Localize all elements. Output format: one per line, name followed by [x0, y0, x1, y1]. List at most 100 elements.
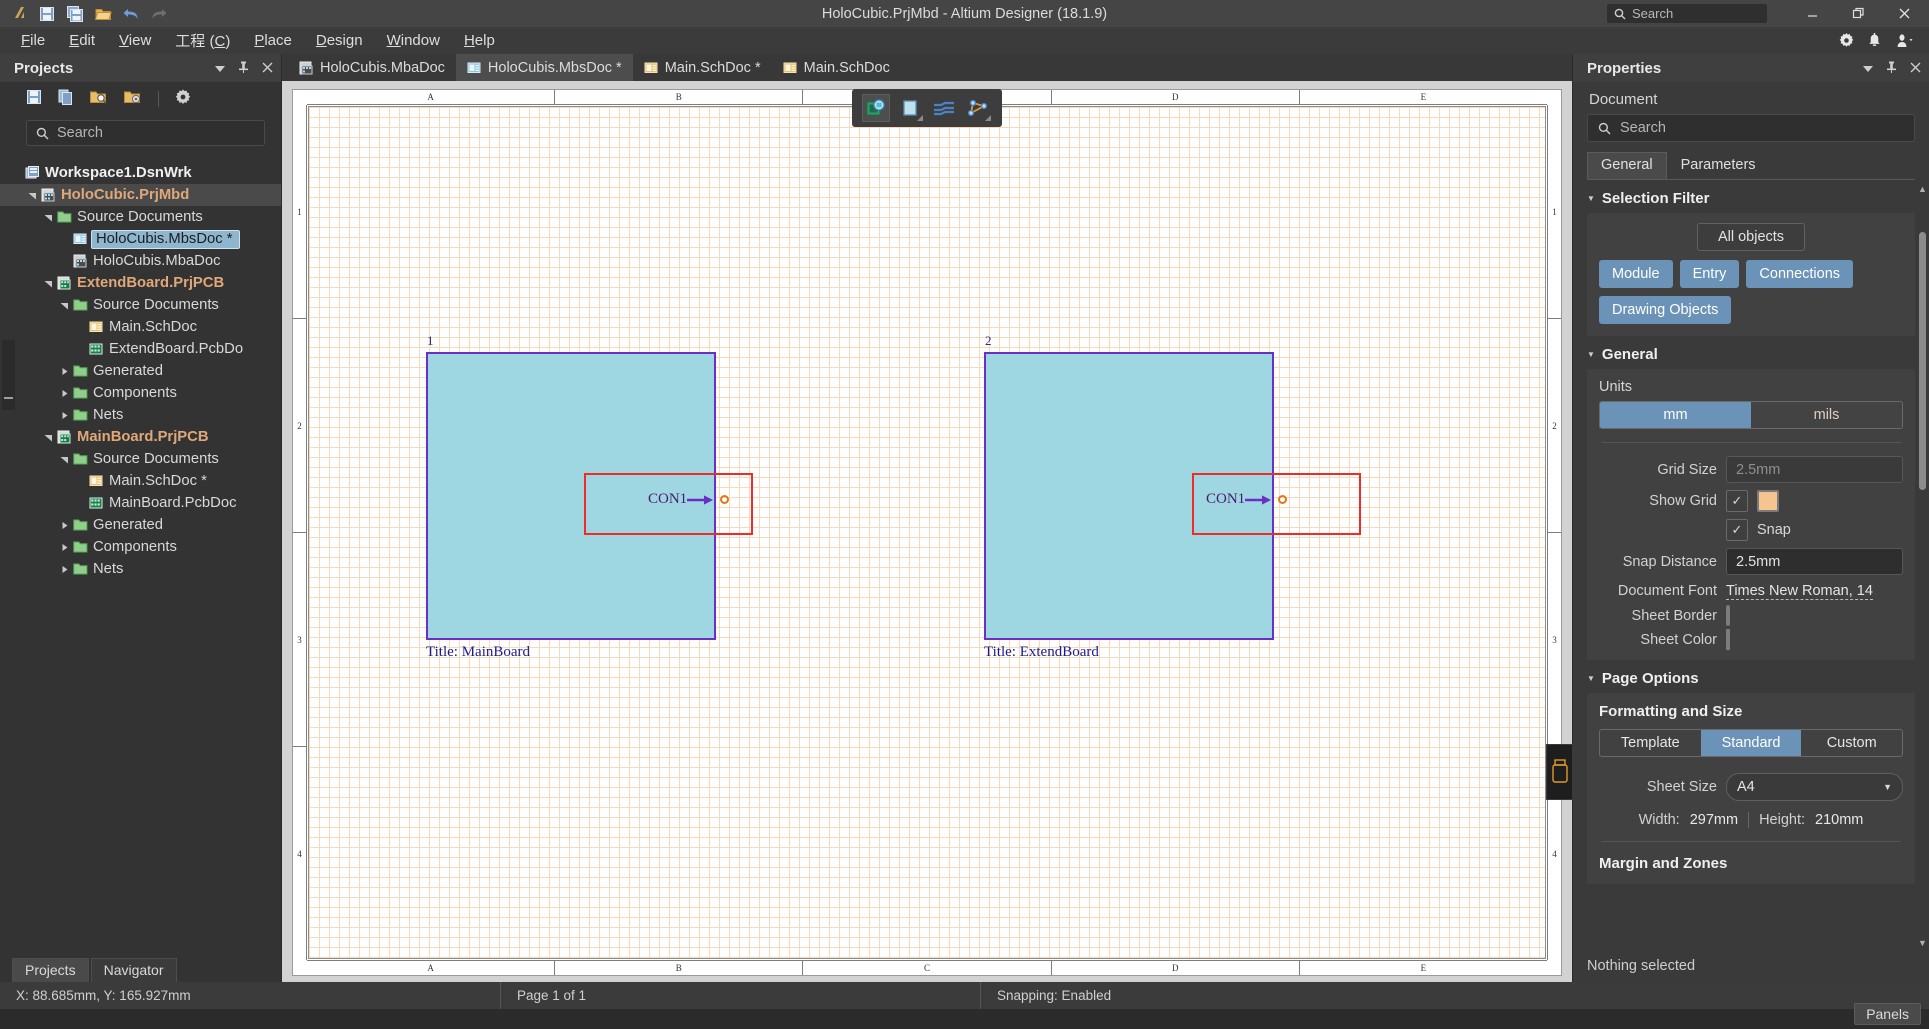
menu-help[interactable]: Help: [453, 29, 506, 52]
settings-gear-icon[interactable]: [175, 89, 191, 109]
tree-item[interactable]: HoloCubis.MbaDoc: [0, 250, 281, 272]
scrollbar-thumb[interactable]: [1919, 231, 1926, 490]
properties-search-input[interactable]: Search: [1587, 114, 1915, 142]
units-toggle[interactable]: mm mils: [1599, 401, 1903, 429]
save-all-icon[interactable]: [62, 2, 88, 26]
scroll-down-arrow-icon[interactable]: ▼: [1918, 938, 1927, 948]
format-toggle[interactable]: Template Standard Custom: [1599, 729, 1903, 757]
gear-icon[interactable]: [1839, 33, 1854, 48]
format-option-standard[interactable]: Standard: [1700, 730, 1802, 756]
tab-projects[interactable]: Projects: [12, 958, 89, 982]
module-block-mainboard[interactable]: 1 Title: MainBoard CON1: [426, 333, 753, 660]
menu-design[interactable]: Design: [305, 29, 374, 52]
sheet-color-swatch[interactable]: [1726, 629, 1730, 650]
expand-arrow-icon[interactable]: [58, 301, 71, 310]
show-grid-checkbox[interactable]: ✓: [1726, 490, 1748, 512]
menu-edit[interactable]: Edit: [58, 29, 106, 52]
all-objects-button[interactable]: All objects: [1697, 223, 1805, 251]
selection-filter-header[interactable]: ▼ Selection Filter: [1573, 180, 1929, 213]
sheet-size-select[interactable]: A4 ▼: [1726, 773, 1903, 801]
tree-item[interactable]: Nets: [0, 558, 281, 580]
tree-item[interactable]: Generated: [0, 360, 281, 382]
snap-distance-input[interactable]: 2.5mm: [1726, 548, 1903, 575]
menu-file[interactable]: File: [10, 29, 56, 52]
save-icon[interactable]: [34, 2, 60, 26]
menu-window[interactable]: Window: [376, 29, 451, 52]
format-option-template[interactable]: Template: [1600, 730, 1701, 756]
tree-item[interactable]: MainBoard.PrjPCB: [0, 426, 281, 448]
document-tab[interactable]: Main.SchDoc: [772, 54, 901, 81]
tab-general[interactable]: General: [1587, 152, 1667, 179]
tree-item[interactable]: ExtendBoard.PrjPCB: [0, 272, 281, 294]
project-options-icon[interactable]: [124, 89, 142, 109]
filter-chip-drawing-objects[interactable]: Drawing Objects: [1599, 296, 1732, 324]
expand-arrow-icon[interactable]: [58, 521, 71, 530]
collapse-chevron-icon[interactable]: [215, 60, 225, 77]
expand-arrow-icon[interactable]: [42, 279, 55, 288]
bell-icon[interactable]: [1868, 33, 1881, 48]
tree-item[interactable]: Components: [0, 382, 281, 404]
tab-navigator[interactable]: Navigator: [90, 958, 177, 982]
menu-place[interactable]: Place: [243, 29, 303, 52]
tree-item[interactable]: Main.SchDoc: [0, 316, 281, 338]
tree-item[interactable]: Source Documents: [0, 448, 281, 470]
tree-item[interactable]: Nets: [0, 404, 281, 426]
page-options-header[interactable]: ▼ Page Options: [1573, 660, 1929, 693]
format-option-custom[interactable]: Custom: [1801, 730, 1902, 756]
sheet-border-swatch[interactable]: [1726, 605, 1730, 626]
tree-item[interactable]: Components: [0, 536, 281, 558]
minimize-button[interactable]: [1789, 0, 1835, 27]
sheet-entry-con1[interactable]: CON1: [1192, 473, 1361, 535]
chevron-down-icon[interactable]: ▼: [1883, 782, 1892, 792]
expand-arrow-icon[interactable]: [42, 213, 55, 222]
grid-surface[interactable]: 1 Title: MainBoard CON1 2 Title: ExtendB…: [308, 106, 1546, 959]
collapsed-panel-strip[interactable]: [0, 340, 17, 414]
expand-arrow-icon[interactable]: [58, 565, 71, 574]
tool-expand-corner-icon[interactable]: [985, 115, 991, 121]
tree-item[interactable]: HoloCubis.MbsDoc *: [0, 228, 281, 250]
module-block-extendboard[interactable]: 2 Title: ExtendBoard CON1: [984, 333, 1361, 660]
general-section-header[interactable]: ▼ General: [1573, 336, 1929, 369]
collapse-chevron-icon[interactable]: [1863, 60, 1873, 77]
pin-icon[interactable]: [238, 60, 249, 77]
close-icon[interactable]: [262, 60, 273, 77]
expand-arrow-icon[interactable]: [42, 433, 55, 442]
tree-item[interactable]: Main.SchDoc *: [0, 470, 281, 492]
tree-item[interactable]: Source Documents: [0, 206, 281, 228]
schematic-canvas[interactable]: ABCDE ABCDE 1234 1234 1 Title: MainBoard: [282, 81, 1572, 982]
section-collapse-icon[interactable]: ▼: [1587, 350, 1595, 359]
sheet-entry-con1[interactable]: CON1: [584, 473, 753, 535]
altium-logo-icon[interactable]: [6, 2, 32, 26]
grid-color-swatch[interactable]: [1757, 490, 1779, 512]
projects-search-input[interactable]: Search: [26, 120, 265, 146]
open-project-icon[interactable]: [90, 89, 108, 109]
expand-arrow-icon[interactable]: [58, 367, 71, 376]
section-collapse-icon[interactable]: ▼: [1587, 194, 1595, 203]
filter-chip-entry[interactable]: Entry: [1679, 260, 1740, 288]
grid-size-input[interactable]: 2.5mm: [1726, 456, 1903, 483]
document-tab[interactable]: HoloCubis.MbaDoc: [288, 54, 456, 81]
close-button[interactable]: [1881, 0, 1927, 27]
properties-scrollbar[interactable]: ▲ ▼: [1918, 184, 1927, 948]
user-account-icon[interactable]: [1895, 33, 1915, 48]
tree-item[interactable]: MainBoard.PcbDoc: [0, 492, 281, 514]
document-tab[interactable]: HoloCubis.MbsDoc *: [455, 54, 633, 81]
place-net-tool[interactable]: [964, 94, 992, 122]
filter-chip-connections[interactable]: Connections: [1746, 260, 1854, 288]
tree-item[interactable]: HoloCubic.PrjMbd: [0, 184, 281, 206]
restore-button[interactable]: [1835, 0, 1881, 27]
expand-arrow-icon[interactable]: [58, 389, 71, 398]
pin-icon[interactable]: [1886, 60, 1897, 77]
expand-arrow-icon[interactable]: [58, 411, 71, 420]
tab-parameters[interactable]: Parameters: [1667, 152, 1770, 179]
panels-button[interactable]: Panels: [1854, 1003, 1921, 1025]
document-font-value[interactable]: Times New Roman, 14: [1726, 583, 1873, 600]
menu-project[interactable]: 工程 (C): [164, 27, 241, 54]
units-option-mils[interactable]: mils: [1751, 402, 1902, 428]
scroll-up-arrow-icon[interactable]: ▲: [1918, 184, 1927, 194]
global-search-input[interactable]: Search: [1607, 4, 1767, 23]
menu-view[interactable]: View: [108, 29, 162, 52]
place-module-tool[interactable]: [862, 94, 890, 122]
tree-item[interactable]: Source Documents: [0, 294, 281, 316]
tool-expand-corner-icon[interactable]: [917, 115, 923, 121]
